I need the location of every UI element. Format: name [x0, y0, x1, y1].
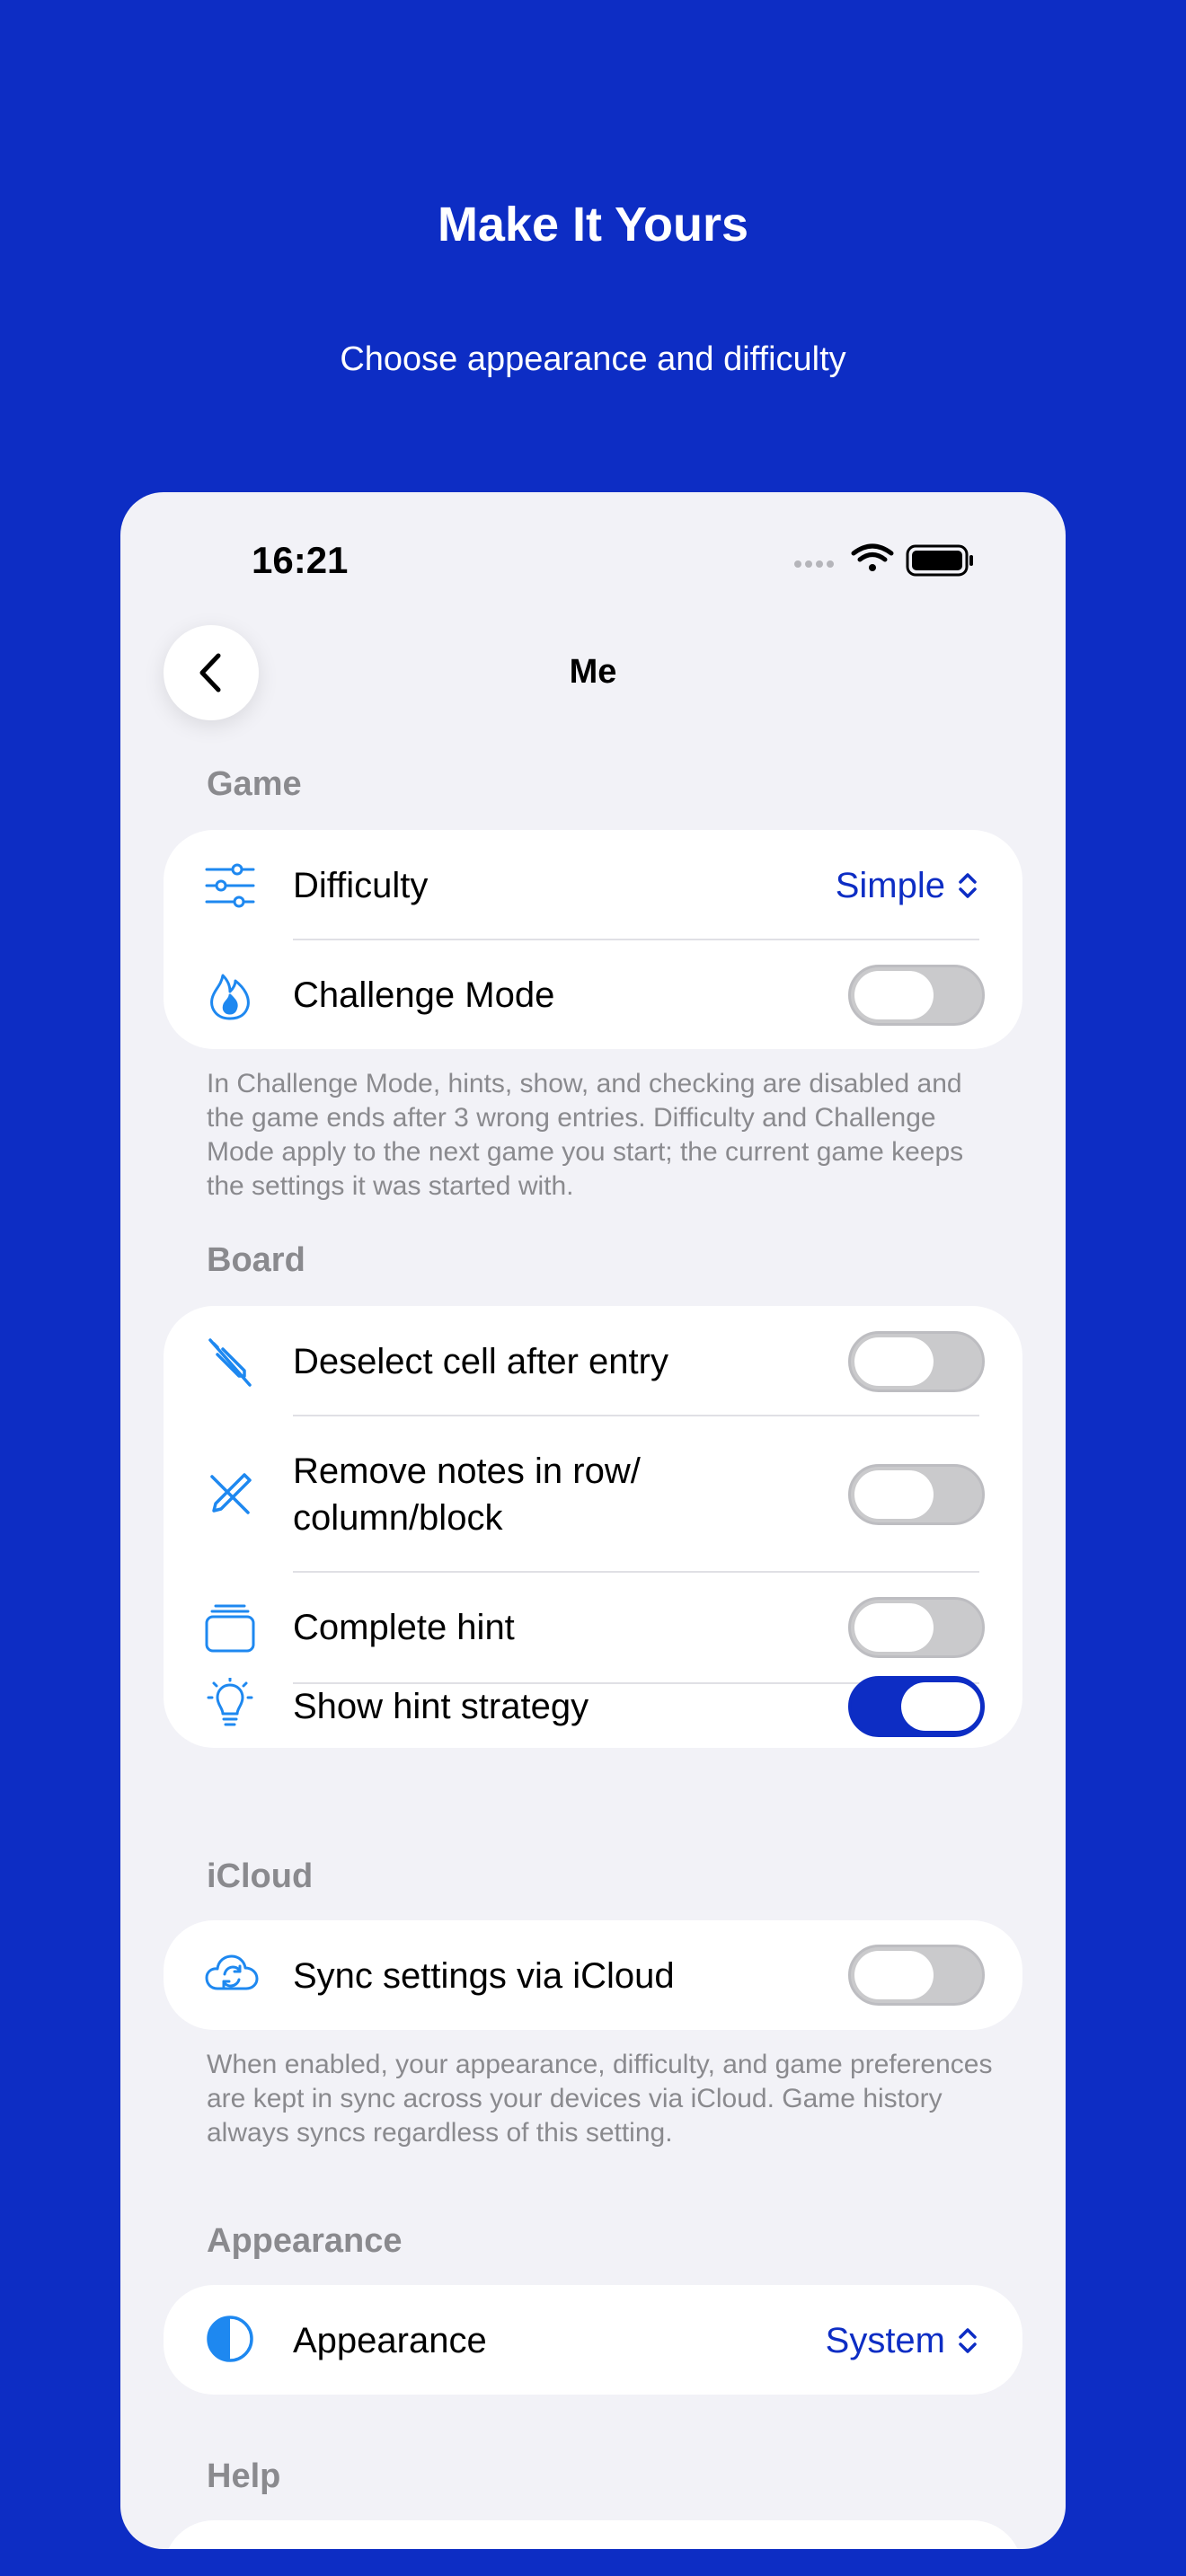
section-header-appearance: Appearance	[207, 2222, 403, 2260]
icloud-footnote: When enabled, your appearance, difficult…	[207, 2050, 993, 2148]
difficulty-label: Difficulty	[293, 866, 429, 905]
appearance-label: Appearance	[293, 2321, 487, 2360]
section-header-board: Board	[207, 1241, 305, 1279]
half-circle-icon	[207, 2316, 253, 2362]
chevron-up-down-icon	[959, 2328, 977, 2353]
section-header-icloud: iCloud	[207, 1857, 314, 1895]
toggle-knob	[854, 971, 934, 1019]
pencil-slash-icon	[210, 1473, 252, 1514]
complete-hint-label: Complete hint	[293, 1608, 515, 1647]
difficulty-picker[interactable]: Simple	[836, 862, 979, 909]
chevron-up-down-icon	[959, 873, 977, 898]
challenge-mode-label: Challenge Mode	[293, 975, 555, 1015]
remove-notes-row: Remove notes in row/ column/block	[164, 1417, 1022, 1572]
appearance-row[interactable]: Appearance System	[164, 2285, 1022, 2395]
deselect-toggle[interactable]	[848, 1331, 985, 1392]
icloud-sync-row: Sync settings via iCloud	[164, 1920, 1022, 2030]
toggle-knob	[854, 1951, 934, 1999]
lightbulb-icon	[207, 1678, 253, 1726]
section-header-help: Help	[207, 2457, 281, 2495]
show-strategy-toggle[interactable]	[848, 1676, 985, 1737]
toggle-knob	[854, 1603, 934, 1652]
complete-hint-toggle[interactable]	[848, 1597, 985, 1658]
icloud-sync-icon	[205, 1954, 259, 1990]
game-card: Difficulty Simple Challenge Mode	[164, 830, 1022, 1049]
promo-subtitle: Choose appearance and difficulty	[340, 340, 846, 378]
difficulty-value: Simple	[835, 866, 945, 905]
flame-icon	[210, 974, 250, 1020]
game-footnote: In Challenge Mode, hints, show, and chec…	[207, 1069, 964, 1201]
remove-notes-label: Remove notes in row/ column/block	[293, 1451, 641, 1538]
stack-icon	[205, 1604, 255, 1653]
appearance-card: Appearance System	[164, 2285, 1022, 2395]
appearance-value: System	[825, 2321, 945, 2360]
section-header-game: Game	[207, 765, 302, 803]
difficulty-row[interactable]: Difficulty Simple	[164, 830, 1022, 941]
divider	[293, 939, 979, 940]
deselect-pen-icon	[208, 1338, 252, 1387]
deselect-label: Deselect cell after entry	[293, 1342, 668, 1381]
complete-hint-row: Complete hint	[164, 1572, 1022, 1683]
appearance-picker[interactable]: System	[826, 2317, 979, 2364]
promo-title: Make It Yours	[437, 198, 749, 251]
status-icons	[791, 543, 979, 578]
toggle-knob	[854, 1337, 934, 1386]
board-card: Deselect cell after entry Remove notes i…	[164, 1306, 1022, 1748]
battery-icon	[906, 544, 973, 577]
divider	[293, 1415, 979, 1416]
icloud-card: Sync settings via iCloud	[164, 1920, 1022, 2030]
help-card	[164, 2520, 1022, 2549]
cellular-signal-icon	[794, 560, 834, 568]
show-strategy-row: Show hint strategy	[164, 1676, 1022, 1748]
sliders-icon	[205, 863, 255, 908]
toggle-knob	[854, 1470, 934, 1519]
icloud-sync-label: Sync settings via iCloud	[293, 1956, 675, 1996]
show-strategy-label: Show hint strategy	[293, 1687, 589, 1726]
icloud-sync-toggle[interactable]	[848, 1945, 985, 2006]
toggle-knob	[901, 1682, 980, 1731]
remove-notes-toggle[interactable]	[848, 1464, 985, 1525]
status-time: 16:21	[252, 539, 349, 581]
phone-screen: 16:21 Me Game Difficulty Simple Challeng…	[120, 492, 1066, 2549]
challenge-mode-row: Challenge Mode	[164, 941, 1022, 1049]
challenge-mode-toggle[interactable]	[848, 965, 985, 1026]
wifi-icon	[851, 543, 894, 571]
deselect-row: Deselect cell after entry	[164, 1306, 1022, 1417]
page-title: Me	[569, 653, 617, 691]
